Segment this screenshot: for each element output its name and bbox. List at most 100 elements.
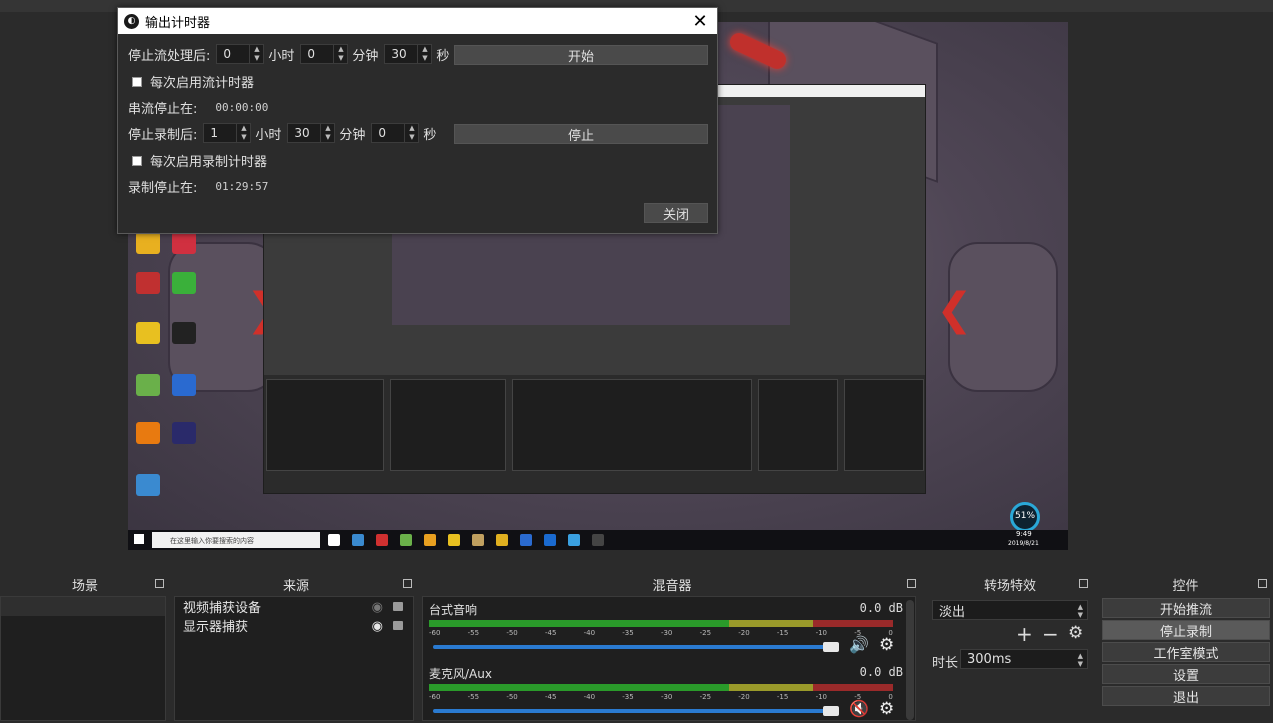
scenes-title: 场景	[71, 578, 98, 594]
ladder-icon	[136, 272, 160, 294]
arrow-up-icon[interactable]: ▲	[334, 45, 347, 54]
studio-mode-button[interactable]: 工作室模式	[1102, 642, 1270, 662]
record-seconds-spinbox[interactable]: 0 ▲ ▼	[371, 123, 420, 143]
chevron-updown-icon[interactable]: ▲ ▼	[1078, 652, 1083, 668]
exit-button[interactable]: 退出	[1102, 686, 1270, 706]
float-dock-icon[interactable]	[403, 579, 412, 588]
stream-start-button[interactable]: 开始	[454, 45, 708, 65]
source-label: 显示器捕获	[183, 620, 249, 635]
windows-start-icon[interactable]	[134, 534, 144, 544]
obs-taskbar-icon[interactable]	[592, 534, 604, 546]
record-hours-spinbox[interactable]: 1 ▲ ▼	[203, 123, 252, 143]
stream-minutes-spinbox[interactable]: 0 ▲ ▼	[300, 44, 349, 64]
fader-handle[interactable]	[823, 642, 839, 652]
arrow-down-icon[interactable]: ▼	[405, 133, 418, 142]
gear-icon[interactable]: ⚙	[879, 635, 894, 655]
taskbar-app-icon[interactable]	[352, 534, 364, 546]
volume-fader[interactable]	[433, 709, 833, 713]
stream-status-row: 串流停止在: 00:00:00	[128, 98, 268, 117]
transition-select[interactable]: 淡出 ▲ ▼	[932, 600, 1088, 620]
nested-dock	[266, 379, 384, 471]
float-dock-icon[interactable]	[907, 579, 916, 588]
start-streaming-button[interactable]: 开始推流	[1102, 598, 1270, 618]
hours-unit-label: 小时	[268, 48, 295, 64]
duration-spinbox[interactable]: 300ms ▲ ▼	[960, 649, 1088, 669]
volume-meter	[429, 684, 907, 691]
notepad-icon	[136, 374, 160, 396]
arrow-up-icon[interactable]: ▲	[250, 45, 263, 54]
speaker-muted-icon[interactable]: 🔇	[849, 699, 869, 718]
dialog-close-button[interactable]: 关闭	[644, 203, 708, 223]
eye-icon[interactable]: ◉	[372, 619, 383, 634]
taskbar-search[interactable]: 在这里输入你要搜索的内容	[152, 532, 320, 548]
sources-list[interactable]: 视频捕获设备 ◉ 显示器捕获 ◉	[174, 596, 414, 721]
float-dock-icon[interactable]	[1258, 579, 1267, 588]
float-dock-icon[interactable]	[1079, 579, 1088, 588]
arrow-down-icon[interactable]: ▼	[334, 54, 347, 63]
record-auto-row: 每次启用录制计时器	[132, 151, 267, 170]
arrow-up-icon[interactable]: ▲	[418, 45, 431, 54]
stream-minutes-value: 0	[307, 47, 316, 61]
ie-icon[interactable]	[568, 534, 580, 546]
settings-button[interactable]: 设置	[1102, 664, 1270, 684]
mixer-title: 混音器	[652, 578, 692, 594]
close-icon[interactable]: ✕	[689, 10, 711, 32]
arrow-up-icon[interactable]: ▲	[405, 124, 418, 133]
gear-icon[interactable]: ⚙	[879, 699, 894, 719]
remove-icon[interactable]: −	[1042, 622, 1059, 646]
sources-dock-title: 来源	[174, 572, 418, 596]
record-stop-button[interactable]: 停止	[454, 124, 708, 144]
taskbar-app-icon[interactable]	[496, 534, 508, 546]
taskbar-app-icon[interactable]	[472, 534, 484, 546]
chrome-icon	[136, 232, 160, 254]
qq-icon	[172, 322, 196, 344]
nested-dock	[512, 379, 752, 471]
taskbar-app-icon[interactable]	[424, 534, 436, 546]
arrow-up-icon[interactable]: ▲	[321, 124, 334, 133]
edge-icon[interactable]	[544, 534, 556, 546]
record-minutes-spinbox[interactable]: 30 ▲ ▼	[287, 123, 336, 143]
output-timer-dialog: ◐ 输出计时器 ✕ 停止流处理后: 0 ▲ ▼ 小时 0 ▲ ▼ 分钟 30 ▲ ▼ …	[117, 7, 718, 234]
sources-dock: 来源 视频捕获设备 ◉ 显示器捕获 ◉	[174, 572, 418, 723]
taskbar-app-icon[interactable]	[448, 534, 460, 546]
arrow-down-icon[interactable]: ▼	[418, 54, 431, 63]
arrow-down-icon[interactable]: ▼	[237, 133, 250, 142]
obs-logo-icon: ◐	[124, 13, 139, 29]
stop-recording-button[interactable]: 停止录制	[1102, 620, 1270, 640]
taskbar-app-icon[interactable]	[376, 534, 388, 546]
record-status-row: 录制停止在: 01:29:57	[128, 177, 268, 196]
fader-handle[interactable]	[823, 706, 839, 716]
eclipse-icon	[172, 422, 196, 444]
task-view-icon[interactable]	[328, 534, 340, 546]
stream-auto-checkbox[interactable]	[132, 76, 142, 87]
stream-seconds-spinbox[interactable]: 30 ▲ ▼	[384, 44, 433, 64]
float-dock-icon[interactable]	[155, 579, 164, 588]
mixer-channel: 台式音响 0.0 dB -60 -55 -50 -45 -40 -35 -30 -25 -20-…	[429, 601, 907, 655]
record-auto-checkbox[interactable]	[132, 155, 142, 166]
source-item[interactable]: 视频捕获设备 ◉	[175, 597, 413, 616]
lock-icon[interactable]	[393, 621, 403, 630]
wps-icon	[172, 374, 196, 396]
stream-hours-spinbox[interactable]: 0 ▲ ▼	[216, 44, 265, 64]
taskbar: 在这里输入你要搜索的内容 9:49 2019/8/21	[128, 530, 1068, 550]
volume-meter	[429, 620, 907, 627]
duration-value: 300ms	[967, 651, 1012, 667]
add-icon[interactable]: +	[1016, 622, 1033, 646]
eye-hidden-icon[interactable]: ◉	[372, 600, 383, 615]
volume-fader[interactable]	[433, 645, 833, 649]
mixer-scrollbar[interactable]	[906, 600, 914, 720]
gear-icon[interactable]: ⚙	[1068, 623, 1083, 643]
dock-area: 场景 来源 视频捕获设备 ◉ 显示器捕获 ◉ 混音器 台式音响 0.0 dB -…	[0, 572, 1273, 723]
speaker-icon[interactable]: 🔊	[849, 635, 869, 654]
arrow-down-icon[interactable]: ▼	[321, 133, 334, 142]
scene-item[interactable]	[1, 597, 165, 616]
arrow-down-icon[interactable]: ▼	[250, 54, 263, 63]
arrow-up-icon[interactable]: ▲	[237, 124, 250, 133]
record-status-label: 录制停止在:	[128, 181, 198, 196]
taskbar-app-icon[interactable]	[520, 534, 532, 546]
lock-icon[interactable]	[393, 602, 403, 611]
scenes-list[interactable]	[0, 596, 166, 721]
taskbar-app-icon[interactable]	[400, 534, 412, 546]
dialog-title: 输出计时器	[145, 15, 211, 31]
source-item[interactable]: 显示器捕获 ◉	[175, 616, 413, 635]
